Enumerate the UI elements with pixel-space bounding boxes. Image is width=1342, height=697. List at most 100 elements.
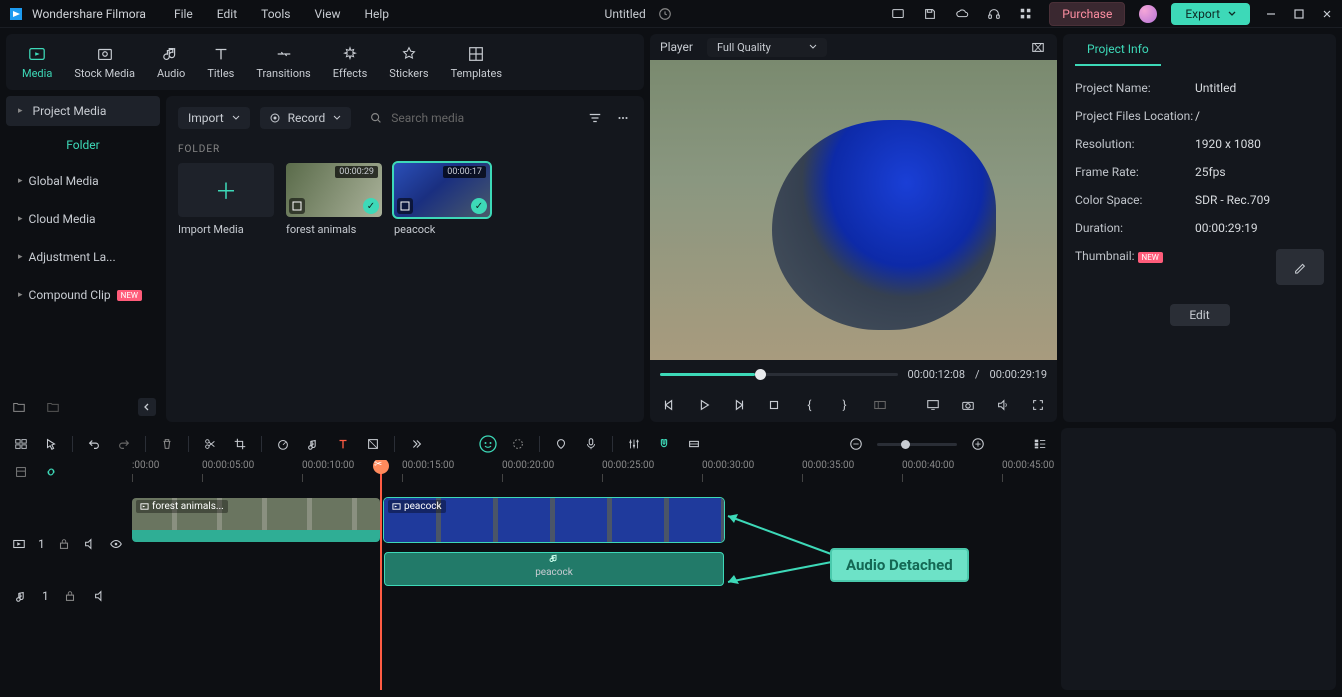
filter-icon[interactable] <box>586 109 604 127</box>
import-media-tile[interactable]: ＋ Import Media <box>178 163 274 236</box>
window-maximize-icon[interactable] <box>1292 7 1306 21</box>
menu-file[interactable]: File <box>174 7 193 21</box>
mute-icon[interactable] <box>91 587 109 605</box>
annotation-label: Audio Detached <box>830 548 969 582</box>
search-input[interactable]: Search media <box>361 107 576 129</box>
media-item-forest-animals[interactable]: 00:00:29 ✓ forest animals <box>286 163 382 236</box>
sync-status-icon[interactable] <box>656 5 674 23</box>
menu-help[interactable]: Help <box>364 7 389 21</box>
display-icon[interactable] <box>924 396 941 414</box>
clip-peacock-video[interactable]: peacock <box>384 498 724 542</box>
magnet-icon[interactable] <box>655 435 673 453</box>
purchase-button[interactable]: Purchase <box>1049 2 1125 26</box>
camera-icon[interactable] <box>960 396 977 414</box>
apps-icon[interactable] <box>1017 5 1035 23</box>
visibility-icon[interactable] <box>109 535 123 553</box>
clip-forest-animals[interactable]: forest animals... <box>132 498 380 542</box>
playhead[interactable]: ✂ <box>380 460 382 690</box>
import-button[interactable]: Import <box>178 107 250 129</box>
new-folder-icon[interactable] <box>10 398 28 416</box>
cloud-icon[interactable] <box>953 5 971 23</box>
mark-out-icon[interactable]: } <box>836 396 853 414</box>
menu-edit[interactable]: Edit <box>217 7 237 21</box>
cursor-tool-icon[interactable] <box>42 435 60 453</box>
preview-viewport[interactable] <box>650 60 1057 360</box>
fullscreen-icon[interactable] <box>1030 396 1047 414</box>
track-options-icon[interactable] <box>12 435 30 453</box>
player-tab[interactable]: Player <box>660 40 693 54</box>
tab-stock-media[interactable]: Stock Media <box>74 45 135 80</box>
play-icon[interactable] <box>695 396 712 414</box>
tab-titles[interactable]: Titles <box>207 45 234 80</box>
folder-tab[interactable]: Folder <box>6 130 160 160</box>
volume-icon[interactable] <box>995 396 1012 414</box>
seek-bar[interactable] <box>660 373 898 376</box>
redo-icon[interactable] <box>115 435 133 453</box>
keyframe-tool-icon[interactable] <box>509 435 527 453</box>
more-tools-icon[interactable] <box>407 435 425 453</box>
sidebar-item-adjustment-layer[interactable]: ▸Adjustment La... <box>6 240 160 274</box>
delete-icon[interactable] <box>158 435 176 453</box>
prev-frame-icon[interactable] <box>660 396 677 414</box>
link-icon[interactable] <box>42 463 60 481</box>
lock-icon[interactable] <box>57 535 71 553</box>
marker-icon[interactable] <box>552 435 570 453</box>
zoom-out-icon[interactable] <box>847 435 865 453</box>
edit-button[interactable]: Edit <box>1170 304 1230 326</box>
thumbnail-edit-button[interactable] <box>1276 249 1324 285</box>
sidebar-item-global-media[interactable]: ▸Global Media <box>6 164 160 198</box>
lock-icon[interactable] <box>61 587 79 605</box>
media-item-peacock[interactable]: 00:00:17 ✓ peacock <box>394 163 490 236</box>
sidebar-item-cloud-media[interactable]: ▸Cloud Media <box>6 202 160 236</box>
folder-settings-icon[interactable] <box>44 398 62 416</box>
record-button[interactable]: Record <box>260 107 352 129</box>
save-icon[interactable] <box>921 5 939 23</box>
tab-project-info[interactable]: Project Info <box>1075 34 1161 66</box>
clip-peacock-audio[interactable]: peacock <box>384 552 724 586</box>
menu-tools[interactable]: Tools <box>261 7 290 21</box>
window-minimize-icon[interactable] <box>1264 7 1278 21</box>
tab-templates[interactable]: Templates <box>451 45 502 80</box>
zoom-slider[interactable] <box>877 443 957 446</box>
next-frame-icon[interactable] <box>730 396 747 414</box>
stop-icon[interactable] <box>766 396 783 414</box>
color-tool-icon[interactable] <box>364 435 382 453</box>
timeline-ruler[interactable]: :00:00 00:00:05:00 00:00:10:00 00:00:15:… <box>128 460 1055 494</box>
crop-icon[interactable] <box>231 435 249 453</box>
tab-media[interactable]: Media <box>22 45 52 80</box>
avatar[interactable] <box>1139 5 1157 23</box>
text-tool-icon[interactable] <box>334 435 352 453</box>
view-mode-icon[interactable] <box>1031 435 1049 453</box>
menu-view[interactable]: View <box>315 7 341 21</box>
mixer-icon[interactable] <box>625 435 643 453</box>
speed-icon[interactable] <box>274 435 292 453</box>
project-media-button[interactable]: ▸Project Media <box>6 96 160 126</box>
more-icon[interactable] <box>614 109 632 127</box>
used-check-icon: ✓ <box>363 198 379 214</box>
window-close-icon[interactable] <box>1320 7 1334 21</box>
headphones-icon[interactable] <box>985 5 1003 23</box>
undo-icon[interactable] <box>85 435 103 453</box>
snapshot-icon[interactable] <box>1029 38 1047 56</box>
tab-stickers[interactable]: Stickers <box>389 45 428 80</box>
tab-audio[interactable]: Audio <box>157 45 185 80</box>
export-button[interactable]: Export <box>1171 3 1250 25</box>
tab-transitions[interactable]: Transitions <box>256 45 310 80</box>
range-icon[interactable] <box>685 435 703 453</box>
split-icon[interactable] <box>201 435 219 453</box>
collapse-sidebar-icon[interactable] <box>138 398 156 416</box>
mark-in-icon[interactable]: { <box>801 396 818 414</box>
preview-panel: Player Full Quality 00:00:12:08 / 00:00:… <box>650 28 1063 428</box>
tab-effects[interactable]: Effects <box>333 45 368 80</box>
audio-tool-icon[interactable] <box>304 435 322 453</box>
quality-select[interactable]: Full Quality <box>707 38 827 57</box>
video-track-lane[interactable]: forest animals... peacock <box>128 494 1055 546</box>
aspect-icon[interactable] <box>871 396 888 414</box>
ai-tool-icon[interactable] <box>479 435 497 453</box>
mic-icon[interactable] <box>582 435 600 453</box>
timeline-settings-icon[interactable] <box>12 463 30 481</box>
device-icon[interactable] <box>889 5 907 23</box>
sidebar-item-compound-clip[interactable]: ▸Compound ClipNEW <box>6 278 160 312</box>
mute-icon[interactable] <box>83 535 97 553</box>
zoom-in-icon[interactable] <box>969 435 987 453</box>
